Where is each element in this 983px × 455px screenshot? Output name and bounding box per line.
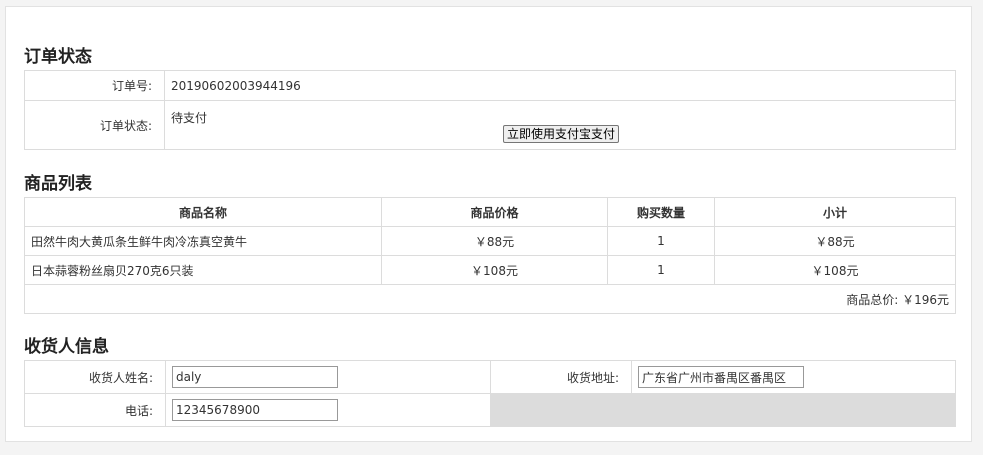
product-price: ￥108元 (381, 255, 608, 285)
order-detail-panel: 订单状态 订单号: 20190602003944196 订单状态: 待支付 立即… (5, 6, 972, 442)
order-number-row: 订单号: 20190602003944196 (24, 70, 956, 101)
product-subtotal: ￥88元 (714, 226, 956, 256)
header-product-name: 商品名称 (24, 197, 382, 227)
product-table-header: 商品名称 商品价格 购买数量 小计 (24, 197, 956, 227)
empty-gray-cell (490, 393, 956, 427)
receiver-row-1: 收货人姓名: 收货地址: (24, 360, 956, 394)
table-row: 日本蒜蓉粉丝扇贝270克6只装 ￥108元 1 ￥108元 (24, 255, 956, 285)
product-name: 田然牛肉大黄瓜条生鲜牛肉冷冻真空黄牛 (24, 226, 382, 256)
product-quantity: 1 (607, 226, 715, 256)
receiver-phone-cell (165, 393, 491, 427)
product-name: 日本蒜蓉粉丝扇贝270克6只装 (24, 255, 382, 285)
product-total: 商品总价: ￥196元 (24, 284, 956, 314)
receiver-name-label: 收货人姓名: (24, 360, 166, 394)
receiver-info-title: 收货人信息 (24, 337, 109, 357)
receiver-phone-input[interactable] (172, 399, 338, 421)
receiver-table: 收货人姓名: 收货地址: 电话: (24, 360, 956, 427)
receiver-name-cell (165, 360, 491, 394)
order-status-row: 订单状态: 待支付 (24, 100, 956, 150)
receiver-address-input[interactable] (638, 366, 804, 388)
order-status-label: 订单状态: (24, 100, 165, 150)
order-number-label: 订单号: (24, 70, 165, 101)
product-list-title: 商品列表 (24, 174, 92, 194)
receiver-name-input[interactable] (172, 366, 338, 388)
product-quantity: 1 (607, 255, 715, 285)
receiver-phone-label: 电话: (24, 393, 166, 427)
product-subtotal: ￥108元 (714, 255, 956, 285)
product-table: 商品名称 商品价格 购买数量 小计 田然牛肉大黄瓜条生鲜牛肉冷冻真空黄牛 ￥88… (24, 197, 956, 314)
receiver-address-label: 收货地址: (490, 360, 632, 394)
order-status-title: 订单状态 (24, 47, 92, 67)
order-number-value: 20190602003944196 (164, 70, 956, 101)
alipay-pay-button[interactable]: 立即使用支付宝支付 (503, 125, 620, 143)
receiver-address-cell (631, 360, 956, 394)
product-total-row: 商品总价: ￥196元 (24, 284, 956, 314)
header-quantity: 购买数量 (607, 197, 715, 227)
table-row: 田然牛肉大黄瓜条生鲜牛肉冷冻真空黄牛 ￥88元 1 ￥88元 (24, 226, 956, 256)
order-status-table: 订单号: 20190602003944196 订单状态: 待支付 (24, 70, 956, 150)
header-product-price: 商品价格 (381, 197, 608, 227)
header-subtotal: 小计 (714, 197, 956, 227)
receiver-row-2: 电话: (24, 393, 956, 427)
product-price: ￥88元 (381, 226, 608, 256)
